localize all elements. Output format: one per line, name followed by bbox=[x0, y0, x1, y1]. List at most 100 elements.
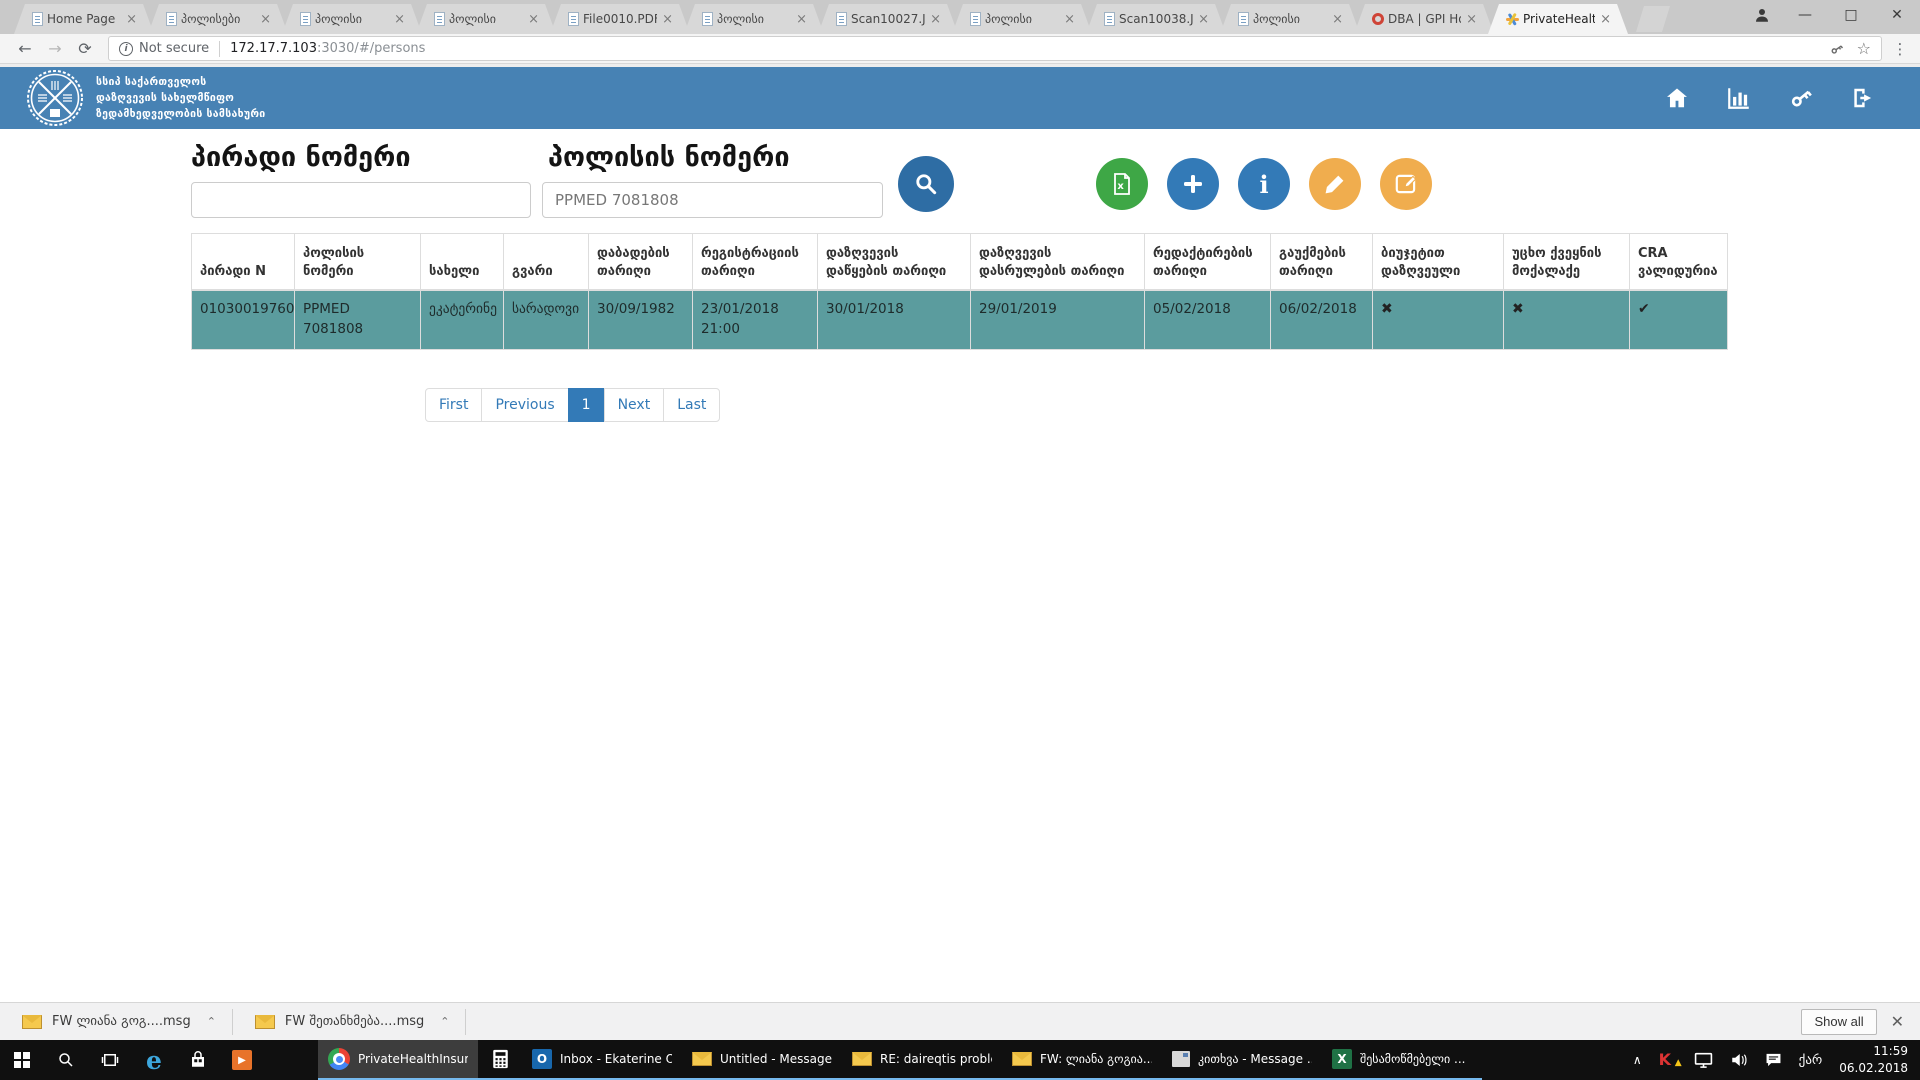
tab-scan10038[interactable]: Scan10038.JPG × bbox=[1086, 4, 1226, 34]
window-icon bbox=[1172, 1051, 1190, 1067]
pagination-previous[interactable]: Previous bbox=[481, 388, 568, 422]
taskbar-window-label: კითხვა - Message ... bbox=[1198, 1052, 1312, 1066]
tab-close-icon[interactable]: × bbox=[1465, 13, 1478, 26]
tab-dba-gpi[interactable]: DBA | GPI Hold × bbox=[1354, 4, 1494, 34]
tab-close-icon[interactable]: × bbox=[259, 13, 272, 26]
taskbar-outlook-window[interactable]: O Inbox - Ekaterine O... bbox=[522, 1040, 682, 1080]
edge-button[interactable]: e bbox=[132, 1040, 176, 1080]
pagination-last[interactable]: Last bbox=[663, 388, 720, 422]
taskbar-message-window-3[interactable]: FW: ლიანა გოგია... bbox=[1002, 1040, 1162, 1080]
language-indicator[interactable]: ქარ bbox=[1799, 1053, 1823, 1068]
export-excel-button[interactable]: x bbox=[1096, 158, 1148, 210]
show-all-downloads-button[interactable]: Show all bbox=[1801, 1009, 1876, 1035]
start-button[interactable] bbox=[0, 1040, 44, 1080]
cell-edit-date: 05/02/2018 bbox=[1145, 290, 1271, 350]
home-icon[interactable] bbox=[1664, 85, 1690, 111]
edit-button[interactable] bbox=[1309, 158, 1361, 210]
back-icon[interactable]: ← bbox=[10, 36, 40, 62]
chart-icon[interactable] bbox=[1726, 85, 1752, 111]
taskbar-message-window-1[interactable]: Untitled - Message ... bbox=[682, 1040, 842, 1080]
taskbar-window-label: FW: ლიანა გოგია... bbox=[1040, 1052, 1152, 1066]
bookmark-star-icon[interactable]: ☆ bbox=[1857, 39, 1871, 58]
personal-number-input[interactable] bbox=[191, 182, 531, 218]
taskbar-chrome-window[interactable]: PrivateHealthInsura... bbox=[318, 1040, 478, 1080]
tab-close-icon[interactable]: × bbox=[393, 13, 406, 26]
edit-form-button[interactable] bbox=[1380, 158, 1432, 210]
tab-close-icon[interactable]: × bbox=[1197, 13, 1210, 26]
tab-close-icon[interactable]: × bbox=[1599, 13, 1612, 26]
taskbar-message-window-4[interactable]: კითხვა - Message ... bbox=[1162, 1040, 1322, 1080]
tab-close-icon[interactable]: × bbox=[929, 13, 942, 26]
search-button[interactable] bbox=[898, 156, 954, 212]
table-row[interactable]: 01030019760 PPMED 7081808 ეკატერინე სარა… bbox=[192, 290, 1728, 350]
close-download-bar-icon[interactable]: ✕ bbox=[1891, 1012, 1904, 1031]
security-chip[interactable]: i Not secure bbox=[119, 41, 209, 56]
divider bbox=[219, 41, 220, 57]
task-view-button[interactable] bbox=[88, 1040, 132, 1080]
kaspersky-icon[interactable]: K bbox=[1659, 1051, 1677, 1069]
tab-policy-3[interactable]: პოლისი × bbox=[684, 4, 824, 34]
browser-tab-strip: Home Page × პოლისები × პოლისი × პოლისი ×… bbox=[0, 0, 1920, 34]
notification-icon[interactable] bbox=[1765, 1052, 1782, 1068]
tab-close-icon[interactable]: × bbox=[1331, 13, 1344, 26]
tray-chevron-icon[interactable]: ∧ bbox=[1633, 1053, 1642, 1067]
forward-icon[interactable]: → bbox=[40, 36, 70, 62]
network-icon[interactable] bbox=[1694, 1052, 1713, 1068]
tab-policy-4[interactable]: პოლისი × bbox=[952, 4, 1092, 34]
tab-close-icon[interactable]: × bbox=[1063, 13, 1076, 26]
persons-page: პირადი ნომერი პოლისის ნომერი x i პირადი … bbox=[0, 130, 1920, 1002]
pagination-page-1[interactable]: 1 bbox=[568, 388, 605, 422]
org-name-line3: ზედამხედველობის სამსახური bbox=[96, 106, 266, 122]
tab-close-icon[interactable]: × bbox=[795, 13, 808, 26]
tab-policy-2[interactable]: პოლისი × bbox=[416, 4, 556, 34]
new-tab-button[interactable] bbox=[1636, 6, 1670, 32]
pagination-first[interactable]: First bbox=[425, 388, 482, 422]
tab-scan10027[interactable]: Scan10027.JPG × bbox=[818, 4, 958, 34]
system-tray: ∧ K ქარ 11:59 06.02.2018 bbox=[1633, 1040, 1920, 1080]
tab-label: პოლისი bbox=[449, 12, 523, 26]
tab-home-page[interactable]: Home Page × bbox=[14, 4, 154, 34]
maximize-button[interactable]: □ bbox=[1828, 0, 1874, 30]
refresh-icon[interactable]: ⟳ bbox=[70, 36, 100, 62]
msg-file-icon bbox=[255, 1015, 275, 1029]
add-person-button[interactable] bbox=[1167, 158, 1219, 210]
download-item-1[interactable]: FW ლიანა გოგ....msg ⌃ bbox=[0, 1003, 232, 1040]
col-birth-date: დაბადების თარიღი bbox=[589, 234, 693, 290]
tab-label: Home Page bbox=[47, 12, 121, 26]
tab-policy-5[interactable]: პოლისი × bbox=[1220, 4, 1360, 34]
page-icon bbox=[32, 12, 43, 26]
tab-policies[interactable]: პოლისები × bbox=[148, 4, 288, 34]
tab-close-icon[interactable]: × bbox=[661, 13, 674, 26]
taskbar-search-button[interactable] bbox=[44, 1040, 88, 1080]
tab-policy-1[interactable]: პოლისი × bbox=[282, 4, 422, 34]
volume-icon[interactable] bbox=[1730, 1052, 1748, 1068]
address-bar[interactable]: i Not secure 172.17.7.103 :3030/#/person… bbox=[108, 36, 1882, 61]
pagination-next[interactable]: Next bbox=[604, 388, 665, 422]
download-menu-chevron-icon[interactable]: ⌃ bbox=[207, 1015, 216, 1028]
key-icon[interactable] bbox=[1829, 41, 1845, 57]
minimize-button[interactable]: — bbox=[1782, 0, 1828, 30]
tab-private-health-active[interactable]: PrivateHealthI × bbox=[1488, 4, 1628, 34]
policy-number-input[interactable] bbox=[542, 182, 883, 218]
taskbar-message-window-2[interactable]: RE: daireqtis proble... bbox=[842, 1040, 1002, 1080]
store-button[interactable] bbox=[176, 1040, 220, 1080]
key-access-icon[interactable] bbox=[1788, 85, 1814, 111]
tab-close-icon[interactable]: × bbox=[527, 13, 540, 26]
clock[interactable]: 11:59 06.02.2018 bbox=[1839, 1043, 1908, 1078]
info-detail-button[interactable]: i bbox=[1238, 158, 1290, 210]
browser-menu-icon[interactable]: ⋮ bbox=[1890, 40, 1910, 58]
close-window-button[interactable]: ✕ bbox=[1874, 0, 1920, 30]
taskbar-calculator-window[interactable] bbox=[478, 1040, 522, 1080]
tab-file0010-pdf[interactable]: File0010.PDF × bbox=[550, 4, 690, 34]
browser-profile-icon[interactable] bbox=[1742, 0, 1782, 30]
movies-tv-button[interactable]: ▶ bbox=[220, 1040, 264, 1080]
url-path: :3030/#/persons bbox=[317, 41, 425, 56]
page-icon bbox=[300, 12, 311, 26]
download-menu-chevron-icon[interactable]: ⌃ bbox=[440, 1015, 449, 1028]
download-item-2[interactable]: FW შეთანხმება....msg ⌃ bbox=[233, 1003, 466, 1040]
taskbar-excel-window[interactable]: X შესამოწმებელი ... bbox=[1322, 1040, 1482, 1080]
logout-icon[interactable] bbox=[1850, 85, 1876, 111]
tab-close-icon[interactable]: × bbox=[125, 13, 138, 26]
col-insurance-end-date: დაზღვევის დასრულების თარიღი bbox=[971, 234, 1145, 290]
clock-date: 06.02.2018 bbox=[1839, 1060, 1908, 1077]
